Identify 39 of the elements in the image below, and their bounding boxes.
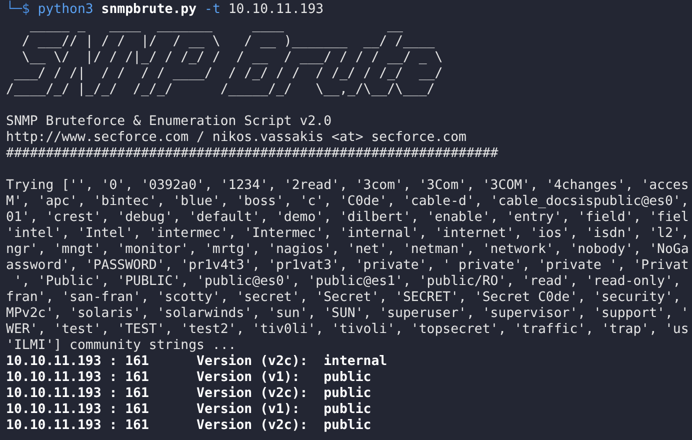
output-line: MPv2c', 'solaris', 'solarwinds', 'sun', 'SUN', 'superuser', 'supervisor', 'support', ' <box>6 306 690 322</box>
snmp-version: Version (v2c): <box>196 354 309 370</box>
snmp-version: Version (v1): <box>196 370 301 386</box>
community-string: public <box>324 370 372 386</box>
community-string: internal <box>324 354 388 370</box>
output-line: assword', 'PASSWORD', 'pr1v4t3', 'pr1vat3', 'private', ' private', 'private ', 'Privat <box>6 258 690 274</box>
ascii-art-line: ___/ / /| / / / / ____/ / /_/ / / / /_/ / /_/ __/ <box>12 66 444 82</box>
output-line: ', 'Public', 'PUBLIC', 'public@es0', 'public@es1', 'public/RO', 'read', 'read-only', <box>12 274 682 290</box>
community-string: public <box>324 386 372 402</box>
output-line: ############################################################## <box>6 146 500 162</box>
target-address: 10.10.11.193 <box>228 2 324 17</box>
snmp-version: Version (v2c): <box>196 386 309 402</box>
command-text: python3 <box>38 2 94 17</box>
host-port: 10.10.11.193 : 161 <box>6 370 150 386</box>
output-line: SNMP Bruteforce & Enumeration Script v2.0 <box>6 114 333 130</box>
output-line: 'intel', 'Intel', 'intermec', 'Intermec', 'internal', 'internet', 'ios', 'isdn', 'l2', <box>6 226 690 242</box>
output-line: fran', 'san-fran', 'scotty', 'secret', 'Secret', 'SECRET', 'Secret C0de', 'security', <box>6 290 682 306</box>
ascii-art-line: /____/_/ |_/_/ /_/_/ /_____/_/ \__,_/\__/\___/ <box>6 82 436 98</box>
host-port: 10.10.11.193 : 161 <box>6 386 150 402</box>
output-line: http://www.secforce.com / nikos.vassakis <at> secforce.com <box>6 130 468 146</box>
output-line: M', 'apc', 'bintec', 'blue', 'boss', 'c', 'C0de', 'cable-d', 'cable_docsispublic@es0', <box>6 194 690 210</box>
host-port: 10.10.11.193 : 161 <box>6 354 150 370</box>
ascii-art-line: \__ \/ |/ / /|_/ / /_/ / / __ / ___/ / / / __/ _ \ <box>20 50 444 66</box>
snmp-version: Version (v1): <box>196 402 301 418</box>
option-text: -t <box>204 2 220 17</box>
output-line: ngr', 'mngt', 'monitor', 'mrtg', 'nagios', 'net', 'netman', 'network', 'nobody', 'NoGa <box>6 242 690 258</box>
output-line: 'ILMI'] community strings ... <box>6 338 238 354</box>
ascii-art-line: / ___// | / / |/ / __ \ / __ )_______ __/ /____ <box>20 34 436 50</box>
prompt-symbol: └─$ <box>6 2 30 17</box>
host-port: 10.10.11.193 : 161 <box>6 418 150 434</box>
host-port: 10.10.11.193 : 161 <box>6 402 150 418</box>
script-name: snmpbrute.py <box>101 2 197 17</box>
ascii-art-line: _____ _ ____ _______ ____ __ <box>28 18 404 34</box>
community-string: public <box>324 418 372 434</box>
output-line: 01', 'crest', 'debug', 'default', 'demo', 'dilbert', 'enable', 'entry', 'field', 'fiel <box>6 210 690 226</box>
community-string: public <box>324 402 372 418</box>
output-line: Trying ['', '0', '0392a0', '1234', '2read', '3com', '3Com', '3COM', '4changes', 'acces <box>6 178 690 194</box>
snmp-version: Version (v2c): <box>196 418 309 434</box>
output-line: WER', 'test', 'TEST', 'test2', 'tiv0li', 'tivoli', 'topsecret', 'traffic', 'trap', 'us <box>6 322 690 338</box>
